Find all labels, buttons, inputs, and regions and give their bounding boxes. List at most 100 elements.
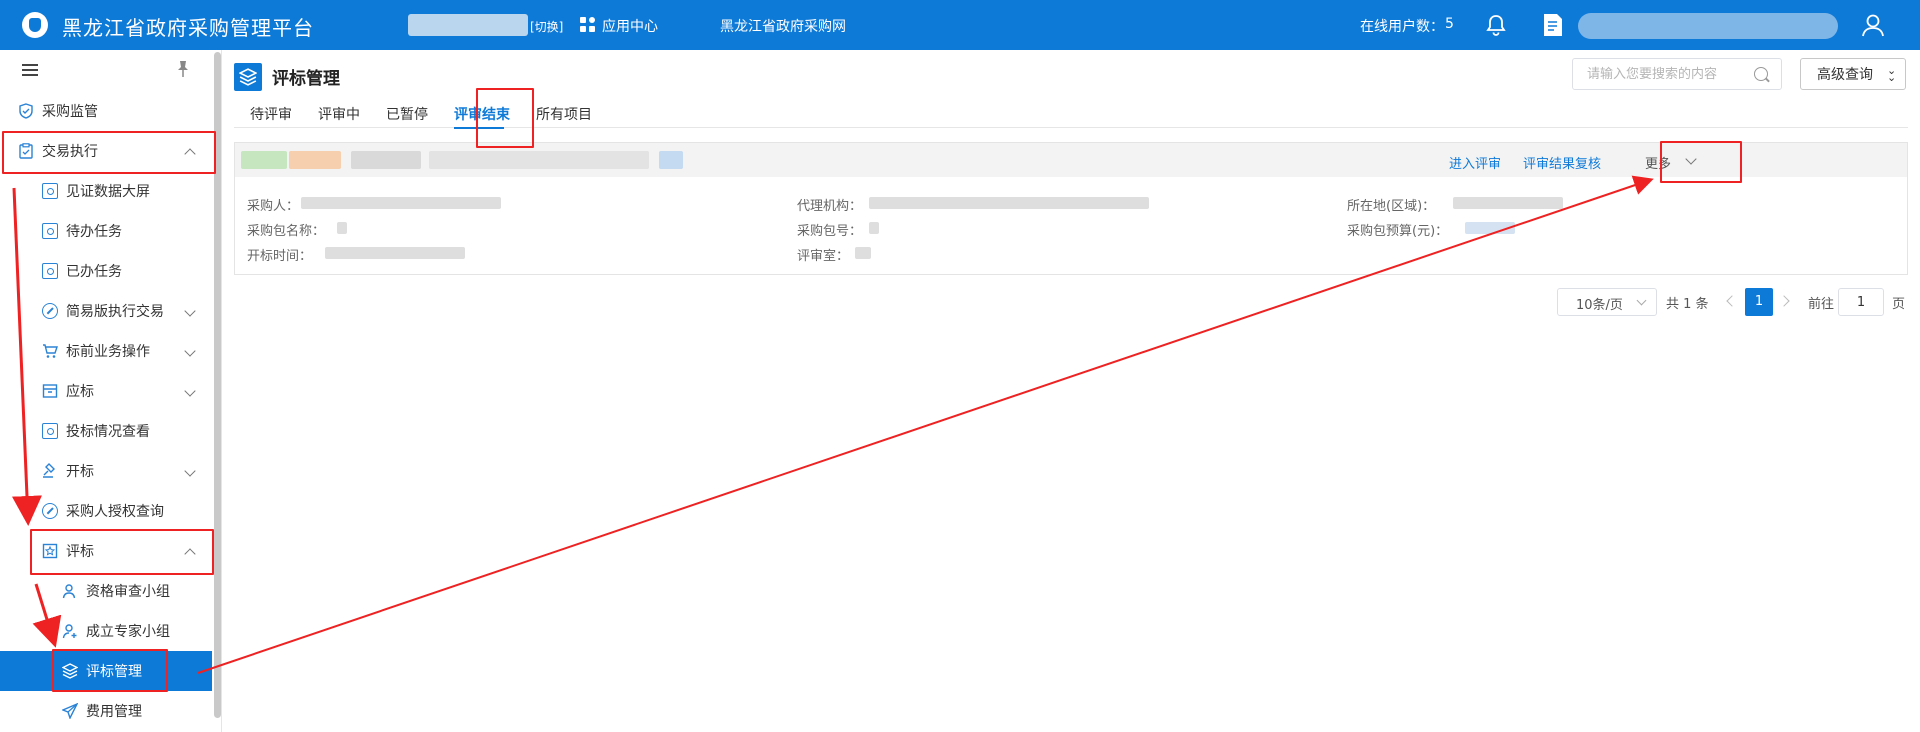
double-chevron-down-icon: ⌄ ⌄ (1887, 64, 1897, 84)
purchaser-label: 采购人： (247, 199, 300, 214)
pin-icon[interactable] (175, 60, 191, 78)
sidebar-item-label: 采购监管 (42, 104, 98, 120)
package-budget-value-redacted (1465, 222, 1515, 234)
sidebar-item-bid-opening[interactable]: 开标 (0, 451, 212, 491)
hamburger-menu-icon[interactable] (22, 64, 38, 76)
sidebar-item-label: 见证数据大屏 (66, 184, 150, 200)
project-card-header: 进入评审 评审结果复核 更多 (235, 143, 1907, 177)
logo-icon (22, 12, 48, 38)
chevron-up-icon (184, 548, 196, 560)
goto-page-input[interactable] (1838, 288, 1884, 316)
account-name-redacted (408, 14, 528, 36)
sidebar-item-purchaser-authorization[interactable]: 采购人授权查询 (0, 491, 212, 531)
task-icon (42, 223, 58, 239)
sidebar-item-qualification-panel[interactable]: 资格审查小组 (0, 571, 212, 611)
circle-slash-icon (42, 303, 58, 319)
sidebar-item-simple-execution[interactable]: 简易版执行交易 (0, 291, 212, 331)
tab-in-review[interactable]: 评审中 (318, 104, 360, 124)
cart-icon (43, 344, 58, 358)
agency-label: 代理机构： (797, 199, 863, 214)
box-icon (42, 384, 58, 398)
shield-check-icon (19, 103, 33, 119)
package-name-label: 采购包名称： (247, 224, 326, 239)
page: 黑龙江省政府采购管理平台 [切换] 应用中心 黑龙江省政府采购网 在线用户数： … (0, 0, 1920, 732)
chevron-down-icon[interactable] (1685, 153, 1697, 165)
sidebar-item-label: 交易执行 (42, 144, 98, 160)
sidebar-item-label: 简易版执行交易 (66, 304, 164, 320)
gavel-icon (43, 463, 55, 478)
auth-icon (42, 503, 58, 519)
sidebar-item-evaluation-management[interactable]: 评标管理 (0, 651, 212, 691)
sidebar-item-done-tasks[interactable]: 已办任务 (0, 251, 212, 291)
agency-value-redacted (869, 197, 1149, 209)
app-title: 黑龙江省政府采购管理平台 (62, 16, 314, 40)
project-title-redacted (289, 151, 341, 169)
tab-pending-review[interactable]: 待评审 (250, 104, 292, 124)
procurement-site-link[interactable]: 黑龙江省政府采购网 (720, 16, 846, 36)
tab-paused[interactable]: 已暂停 (386, 104, 428, 124)
project-title-redacted (429, 151, 649, 169)
advanced-search-button[interactable]: 高级查询 ⌄ ⌄ (1800, 58, 1906, 90)
sidebar-item-bid-evaluation[interactable]: 评标 (0, 531, 212, 571)
project-card: 进入评审 评审结果复核 更多 采购人： 代理机构： 所在地(区域)： 采购包名称… (234, 142, 1908, 275)
sidebar-item-label: 资格审查小组 (86, 584, 170, 600)
sidebar-item-witness-dashboard[interactable]: 见证数据大屏 (0, 171, 212, 211)
main-content: 评标管理 高级查询 ⌄⌄ 待评审 评审中 已暂停 评审结束 所有项目 进入评审 … (222, 50, 1920, 732)
package-name-value-redacted (337, 222, 347, 234)
review-result-recheck-link[interactable]: 评审结果复核 (1523, 153, 1601, 172)
sidebar-item-label: 采购人授权查询 (66, 504, 164, 520)
document-icon[interactable] (1542, 12, 1564, 38)
bid-opening-time-value-redacted (325, 247, 465, 259)
page-title: 评标管理 (272, 69, 340, 89)
project-title-redacted (659, 151, 683, 169)
layers-icon (234, 63, 262, 91)
user-icon[interactable] (1860, 12, 1886, 38)
sidebar-item-label: 投标情况查看 (66, 424, 150, 440)
sidebar: 采购监管 交易执行 见证数据大屏 待办任务 已办任务 简易版执行交易 标前业务操… (0, 50, 222, 732)
sidebar-item-todo-tasks[interactable]: 待办任务 (0, 211, 212, 251)
page-size-select[interactable]: 10条/页 (1557, 288, 1657, 316)
user-name-redacted (1578, 13, 1838, 39)
chevron-down-icon (184, 465, 196, 477)
sidebar-item-pre-bid-operations[interactable]: 标前业务操作 (0, 331, 212, 371)
sidebar-item-label: 待办任务 (66, 224, 122, 240)
sidebar-item-fee-management[interactable]: 费用管理 (0, 691, 212, 731)
send-icon (62, 703, 78, 719)
enter-review-link[interactable]: 进入评审 (1449, 153, 1501, 172)
sidebar-item-expert-panel[interactable]: 成立专家小组 (0, 611, 212, 651)
package-number-value-redacted (869, 222, 879, 234)
sidebar-item-procurement-supervision[interactable]: 采购监管 (0, 91, 212, 131)
sidebar-item-label: 应标 (66, 384, 94, 400)
sidebar-item-bid-status-view[interactable]: 投标情况查看 (0, 411, 212, 451)
region-label: 所在地(区域)： (1347, 199, 1436, 214)
user-group-icon (62, 584, 76, 599)
user-add-icon (62, 624, 77, 639)
chevron-down-icon (184, 345, 196, 357)
active-tab-indicator (454, 127, 504, 129)
sidebar-scrollbar[interactable] (214, 52, 221, 718)
chevron-left-icon[interactable] (1726, 295, 1738, 307)
review-room-label: 评审室： (797, 249, 850, 264)
tab-review-finished[interactable]: 评审结束 (454, 104, 510, 124)
purchaser-value-redacted (301, 197, 501, 209)
sidebar-item-label: 费用管理 (86, 704, 142, 720)
sidebar-item-label: 已办任务 (66, 264, 122, 280)
advanced-search-label: 高级查询 (1817, 67, 1873, 83)
grid-apps-icon[interactable] (580, 17, 596, 33)
sidebar-item-transaction-execution[interactable]: 交易执行 (0, 131, 212, 171)
search-icon[interactable] (1754, 67, 1768, 81)
chevron-down-icon (1636, 295, 1647, 306)
sidebar-item-bidding[interactable]: 应标 (0, 371, 212, 411)
app-center-link[interactable]: 应用中心 (602, 16, 658, 36)
chevron-right-icon[interactable] (1778, 295, 1790, 307)
page-number-current[interactable]: 1 (1745, 288, 1773, 316)
sidebar-item-label: 开标 (66, 464, 94, 480)
more-actions-link[interactable]: 更多 (1645, 153, 1671, 172)
switch-account-link[interactable]: [切换] (530, 18, 563, 35)
bell-icon[interactable] (1484, 13, 1508, 37)
search-input[interactable] (1572, 58, 1782, 90)
tab-all-projects[interactable]: 所有项目 (536, 104, 592, 124)
top-bar: 黑龙江省政府采购管理平台 [切换] 应用中心 黑龙江省政府采购网 在线用户数： … (0, 0, 1920, 50)
task-done-icon (42, 263, 58, 279)
layers-icon (62, 663, 78, 679)
